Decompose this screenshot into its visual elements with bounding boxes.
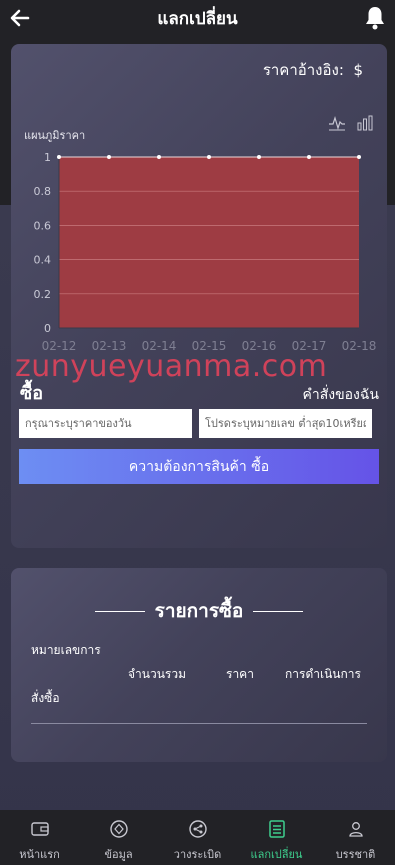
back-arrow-icon[interactable] [8, 6, 32, 30]
bar-chart-icon[interactable] [356, 114, 374, 132]
y-tick-label: 0 [44, 322, 51, 335]
share-icon [188, 820, 207, 838]
y-tick-label: 0.6 [34, 219, 52, 232]
title-line-left [94, 610, 145, 612]
compass-icon [109, 820, 128, 838]
x-tick-label: 02-18 [342, 339, 377, 353]
column-total-quantity: จำนวนรวม [128, 667, 187, 681]
data-point [157, 155, 161, 159]
reference-price: ราคาอ้างอิง: $ [263, 58, 363, 82]
bottom-tab-bar: หน้าแรก ข้อมูล วางระเบิด แลกเปลี่ยน บรรช… [0, 810, 395, 865]
tab-info[interactable]: ข้อมูล [79, 810, 158, 865]
app-header: แลกเปลี่ยน [0, 0, 395, 36]
order-list-header: รายการซื้อ [11, 596, 387, 626]
tab-bomb[interactable]: วางระเบิด [158, 810, 237, 865]
quantity-input[interactable] [199, 409, 372, 438]
table-divider [31, 723, 367, 724]
chart-title: แผนภูมิราคา [24, 129, 86, 142]
title-line-right [253, 610, 304, 612]
tab-exchange[interactable]: แลกเปลี่ยน [237, 810, 316, 865]
tab-exchange-label: แลกเปลี่ยน [250, 848, 303, 861]
buy-submit-button[interactable]: ความต้องการสินค้า ซื้อ [19, 449, 379, 484]
watermark-text: zunyueyuanma.com [15, 349, 328, 384]
column-order-number-line1: หมายเลขการ [31, 643, 101, 657]
user-icon [348, 822, 363, 837]
y-tick-label: 1 [44, 151, 51, 164]
data-point [207, 155, 211, 159]
tab-nation-label: บรรชาติ [335, 848, 376, 861]
tab-bomb-label: วางระเบิด [173, 848, 222, 861]
data-point [257, 155, 261, 159]
list-icon [268, 820, 285, 838]
buy-label: ซื้อ [20, 383, 44, 404]
column-order-number-line2: สั่งซื้อ [31, 691, 60, 705]
order-list-title: รายการซื้อ [154, 600, 244, 622]
y-tick-label: 0.8 [34, 185, 52, 198]
column-action: การดำเนินการ [285, 667, 361, 681]
tab-home-label: หน้าแรก [19, 848, 60, 861]
line-chart-icon[interactable] [328, 114, 346, 132]
y-tick-label: 0.4 [34, 254, 52, 267]
reference-price-label: ราคาอ้างอิง: [262, 61, 344, 79]
data-point [57, 155, 61, 159]
tab-info-label: ข้อมูล [104, 848, 133, 861]
data-point [357, 155, 361, 159]
y-tick-label: 0.2 [34, 288, 52, 301]
data-point [307, 155, 311, 159]
price-area [59, 157, 359, 328]
wallet-icon [30, 822, 49, 836]
price-input[interactable] [19, 409, 192, 438]
bell-icon[interactable] [363, 5, 387, 31]
my-orders-link[interactable]: คำสั่งของฉัน [302, 384, 379, 406]
tab-home[interactable]: หน้าแรก [0, 810, 79, 865]
tab-nation[interactable]: บรรชาติ [316, 810, 395, 865]
price-chart: 00.20.40.60.8102-12 02-13 02-14 02-15 02-16 0… [34, 151, 377, 353]
order-list-panel: รายการซื้อ หมายเลขการ จำนวนรวม ราคา การด… [11, 568, 387, 762]
column-price: ราคา [226, 667, 254, 681]
page-title: แลกเปลี่ยน [157, 8, 238, 29]
reference-price-value: $ [353, 61, 363, 79]
data-point [107, 155, 111, 159]
